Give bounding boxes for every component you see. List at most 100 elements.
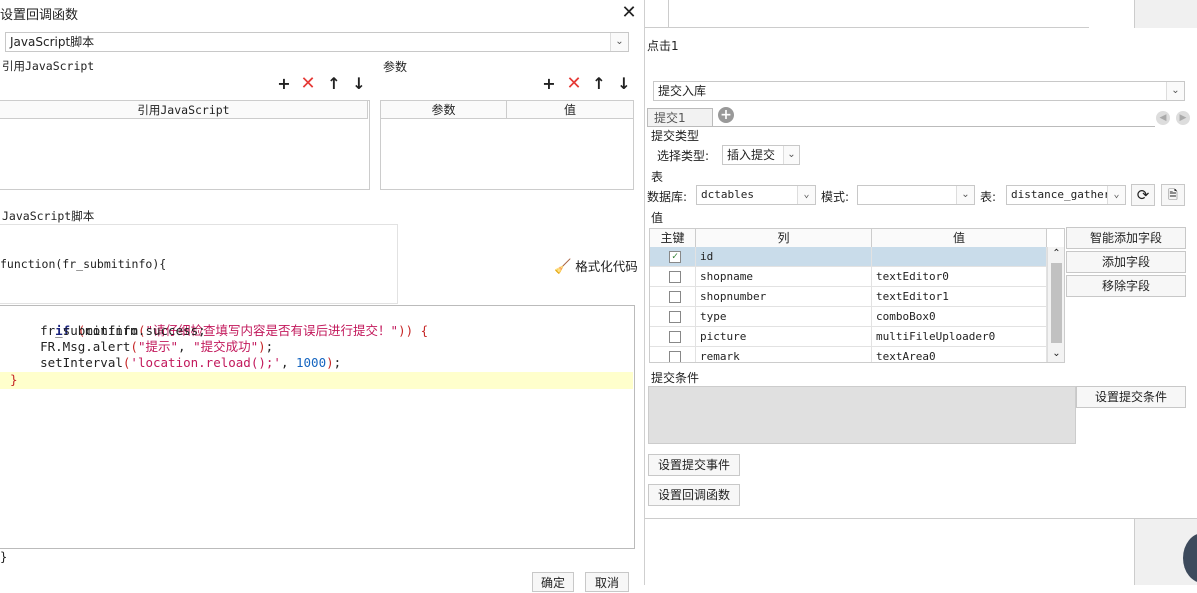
tab-submit1[interactable]: 提交1 (647, 108, 713, 126)
row-value-cell: textArea0 (872, 347, 1047, 362)
params-section-label: 参数 (383, 60, 408, 74)
chevron-down-icon: ⌄ (610, 33, 628, 51)
remove-field-button[interactable]: 移除字段 (1066, 275, 1186, 297)
values-table: 主键 列 值 ✓ id shopname textEditor0 shopnumber t… (649, 228, 1065, 363)
right-panel: 点击1 提交入库 ⌄ 提交1 + ◀ ▶ 提交类型 选择类型: 插入提交 ⌄ 表… (645, 0, 1197, 585)
row-column-cell: shopname (696, 267, 872, 287)
script-type-select[interactable]: JavaScript脚本 ⌄ (5, 32, 629, 52)
table-select[interactable]: distance_gather ⌄ (1006, 185, 1126, 205)
scroll-up-icon[interactable]: ⌃ (1048, 247, 1064, 261)
tab-underline (647, 126, 1155, 127)
db-label: 数据库: (647, 190, 688, 204)
code-line: } (10, 372, 18, 387)
ref-js-section-label: 引用JavaScript (2, 59, 95, 73)
move-down-icon[interactable]: ↓ (350, 75, 368, 93)
add-icon[interactable]: + (540, 75, 558, 93)
scroll-gutter (1134, 0, 1197, 28)
move-down-icon[interactable]: ↓ (615, 75, 633, 93)
submit-type-select[interactable]: 提交入库 ⌄ (653, 81, 1185, 101)
checked-checkbox[interactable]: ✓ (669, 251, 681, 263)
params-header-param: 参数 (381, 101, 507, 119)
ok-button[interactable]: 确定 (532, 572, 574, 592)
move-up-icon[interactable]: ↑ (590, 75, 608, 93)
add-icon[interactable]: + (275, 75, 293, 93)
set-submit-event-button[interactable]: 设置提交事件 (648, 454, 740, 476)
values-section-label: 值 (651, 211, 664, 225)
checkbox[interactable] (669, 271, 681, 283)
table-row[interactable]: shopname textEditor0 (650, 267, 1047, 287)
submit-condition-section-label: 提交条件 (651, 371, 700, 385)
set-condition-button[interactable]: 设置提交条件 (1076, 386, 1186, 408)
values-rows: ✓ id shopname textEditor0 shopnumber textEdit… (650, 247, 1047, 362)
js-script-label: JavaScript脚本 (2, 209, 95, 223)
row-value-cell: comboBox0 (872, 307, 1047, 327)
delete-icon[interactable]: ✕ (299, 75, 317, 93)
delete-icon[interactable]: ✕ (565, 75, 583, 93)
checkbox[interactable] (669, 331, 681, 343)
add-field-button[interactable]: 添加字段 (1066, 251, 1186, 273)
col-header-value: 值 (872, 229, 1047, 247)
choose-type-select[interactable]: 插入提交 ⌄ (722, 145, 800, 165)
row-pk-cell (650, 347, 696, 362)
values-table-header: 主键 列 值 (650, 229, 1047, 247)
col-header-column: 列 (696, 229, 872, 247)
move-up-icon[interactable]: ↑ (325, 75, 343, 93)
row-column-cell: shopnumber (696, 287, 872, 307)
set-callback-button[interactable]: 设置回调函数 (648, 484, 740, 506)
table-row[interactable]: shopnumber textEditor1 (650, 287, 1047, 307)
chevron-down-icon: ⌄ (1107, 186, 1125, 204)
refresh-icon[interactable]: ⟳ (1131, 184, 1155, 206)
chevron-down-icon: ⌄ (797, 186, 815, 204)
format-code-button[interactable]: 🧹 格式化代码 (554, 256, 638, 275)
db-select[interactable]: dctables ⌄ (696, 185, 816, 205)
table-row[interactable]: ✓ id (650, 247, 1047, 267)
checkbox[interactable] (669, 311, 681, 323)
click-label: 点击1 (647, 39, 679, 53)
current-line-highlight (0, 372, 633, 389)
top-box (669, 0, 1089, 28)
code-line: fr_submitinfo.success; (10, 323, 206, 338)
scroll-right-icon[interactable]: ▶ (1176, 111, 1190, 125)
function-signature: function(fr_submitinfo){ (0, 257, 167, 271)
scroll-down-icon[interactable]: ⌄ (1048, 347, 1064, 361)
row-value-cell (872, 247, 1047, 267)
callback-dialog: 设置回调函数 ✕ JavaScript脚本 ⌄ 引用JavaScript + ✕… (0, 0, 645, 592)
values-scrollbar[interactable]: ⌃ ⌄ (1047, 247, 1064, 362)
row-column-cell: remark (696, 347, 872, 362)
table-row[interactable]: remark textArea0 (650, 347, 1047, 362)
add-tab-icon[interactable]: + (718, 107, 734, 123)
row-value-cell: multiFileUploader0 (872, 327, 1047, 347)
ref-js-table: 引用JavaScript (0, 100, 370, 190)
table-row[interactable]: picture multiFileUploader0 (650, 327, 1047, 347)
col-header-pk: 主键 (650, 229, 696, 247)
row-column-cell: picture (696, 327, 872, 347)
mode-select[interactable]: ⌄ (857, 185, 975, 205)
code-line: setInterval('location.reload();', 1000); (10, 355, 342, 370)
code-line: FR.Msg.alert("提示", "提交成功"); (10, 339, 274, 354)
row-value-cell: textEditor0 (872, 267, 1047, 287)
cancel-button[interactable]: 取消 (585, 572, 629, 592)
table-section-label: 表 (651, 170, 664, 184)
row-pk-cell (650, 307, 696, 327)
checkbox[interactable] (669, 291, 681, 303)
table-label: 表: (980, 190, 997, 204)
code-editor[interactable]: if (confirm("请仔细检查填写内容是否有误后进行提交！")) { fr… (0, 305, 635, 549)
scroll-thumb[interactable] (1051, 263, 1062, 343)
row-value-cell: textEditor1 (872, 287, 1047, 307)
preview-icon[interactable]: 🗎 (1161, 184, 1185, 206)
params-table: 参数 值 (380, 100, 634, 190)
smart-add-field-button[interactable]: 智能添加字段 (1066, 227, 1186, 249)
table-row[interactable]: type comboBox0 (650, 307, 1047, 327)
row-column-cell: id (696, 247, 872, 267)
scroll-left-icon[interactable]: ◀ (1156, 111, 1170, 125)
bottom-divider (645, 518, 1197, 519)
close-icon[interactable]: ✕ (620, 2, 638, 23)
code-line: if (confirm("请仔细检查填写内容是否有误后进行提交！")) { (55, 323, 429, 338)
chevron-down-icon: ⌄ (1166, 82, 1184, 100)
row-pk-cell (650, 287, 696, 307)
chevron-down-icon: ⌄ (783, 146, 799, 164)
params-header-value: 值 (507, 101, 633, 119)
checkbox[interactable] (669, 351, 681, 362)
closing-brace: } (0, 550, 8, 564)
dialog-title: 设置回调函数 (0, 8, 79, 23)
